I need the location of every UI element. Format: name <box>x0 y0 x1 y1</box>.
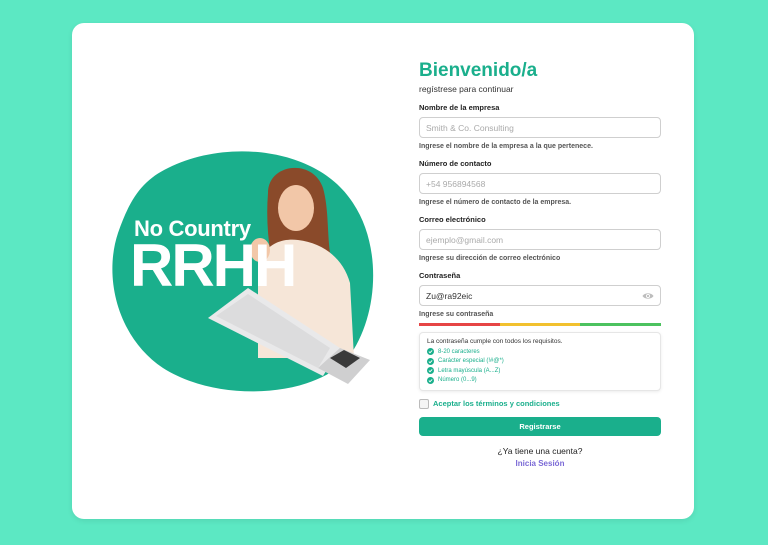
requirement-item: Número (0...9) <box>427 376 653 384</box>
contact-input[interactable]: +54 956894568 <box>419 173 661 194</box>
password-strength-bar <box>419 323 662 326</box>
check-circle-icon <box>427 357 434 365</box>
login-link[interactable]: Inicia Sesión <box>419 459 661 468</box>
requirement-label: Carácter especial (!#@*) <box>438 358 504 364</box>
register-form: Bienvenido/a regístrese para continuar N… <box>419 59 662 468</box>
password-label: Contraseña <box>419 271 461 280</box>
register-button[interactable]: Registrarse <box>419 416 661 436</box>
check-circle-icon <box>427 367 434 374</box>
company-helper: Ingrese el nombre de la empresa a la que… <box>419 143 593 150</box>
contact-helper: Ingrese el número de contacto de la empr… <box>419 199 572 206</box>
terms-row: Aceptar los términos y condiciones <box>419 398 661 409</box>
email-input[interactable]: ejemplo@gmail.com <box>419 229 661 250</box>
email-helper: Ingrese su dirección de correo electróni… <box>419 255 561 262</box>
company-placeholder: Smith & Co. Consulting <box>426 122 514 133</box>
requirement-label: 8-20 caracteres <box>438 348 480 355</box>
terms-link[interactable]: Aceptar los términos y condiciones <box>433 399 560 408</box>
email-placeholder: ejemplo@gmail.com <box>426 234 504 245</box>
page-title: Bienvenido/a <box>419 60 538 81</box>
requirement-item: 8-20 caracteres <box>427 348 653 355</box>
email-label: Correo electrónico <box>419 215 486 224</box>
company-label: Nombre de la empresa <box>419 103 500 112</box>
terms-checkbox[interactable] <box>419 398 429 409</box>
company-input[interactable]: Smith & Co. Consulting <box>419 117 661 138</box>
strength-segment-strong <box>580 323 662 326</box>
eye-icon[interactable] <box>642 292 654 300</box>
brand-acronym: RRHH <box>130 232 297 299</box>
register-card: No Country RRHH Bienvenido/a regístrese … <box>72 23 694 519</box>
strength-segment-weak <box>419 323 500 326</box>
check-circle-icon <box>427 348 434 355</box>
page-subtitle: regístrese para continuar <box>419 84 514 94</box>
requirements-title: La contraseña cumple con todos los requi… <box>427 338 563 345</box>
password-helper: Ingrese su contraseña <box>419 311 494 318</box>
password-value: Zu@ra92eic <box>426 290 473 301</box>
requirement-label: Letra mayúscula (A...Z) <box>438 367 501 374</box>
check-circle-icon <box>427 376 434 384</box>
brand-illustration: No Country RRHH <box>108 148 378 398</box>
requirement-label: Número (0...9) <box>438 377 477 383</box>
requirement-item: Letra mayúscula (A...Z) <box>427 367 653 374</box>
have-account-text: ¿Ya tiene una cuenta? <box>497 445 583 456</box>
contact-placeholder: +54 956894568 <box>426 178 486 189</box>
strength-segment-medium <box>499 323 581 326</box>
password-input[interactable]: Zu@ra92eic <box>419 285 661 306</box>
password-requirements: La contraseña cumple con todos los requi… <box>419 332 661 391</box>
requirement-item: Carácter especial (!#@*) <box>427 357 653 365</box>
contact-label: Número de contacto <box>419 159 492 168</box>
